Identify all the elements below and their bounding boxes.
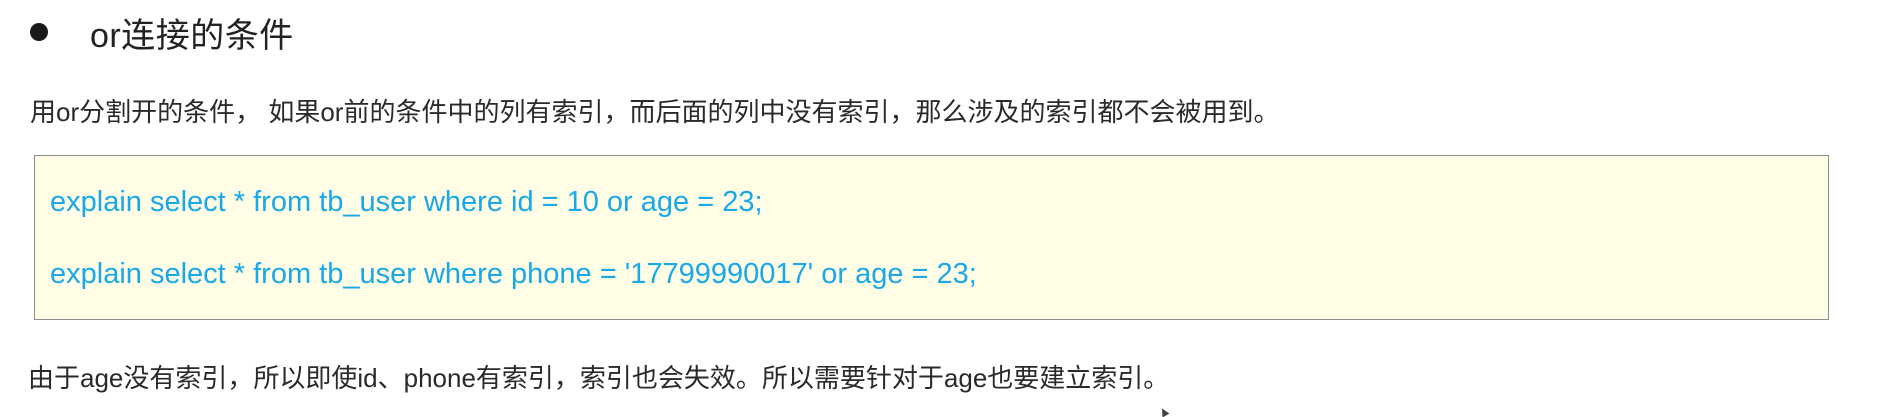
- bullet-dot-icon: [30, 23, 48, 41]
- code-line-1: explain select * from tb_user where id =…: [50, 186, 763, 218]
- heading-title: or连接的条件: [90, 16, 294, 55]
- code-block: explain select * from tb_user where id =…: [34, 155, 1829, 320]
- mouse-pointer-icon: [1158, 406, 1170, 417]
- conclusion-paragraph: 由于age没有索引，所以即使id、phone有索引，索引也会失效。所以需要针对于…: [28, 363, 1170, 393]
- section-heading: or连接的条件: [30, 6, 294, 58]
- code-line-2: explain select * from tb_user where phon…: [50, 258, 977, 290]
- intro-paragraph: 用or分割开的条件， 如果or前的条件中的列有索引，而后面的列中没有索引，那么涉…: [30, 97, 1280, 127]
